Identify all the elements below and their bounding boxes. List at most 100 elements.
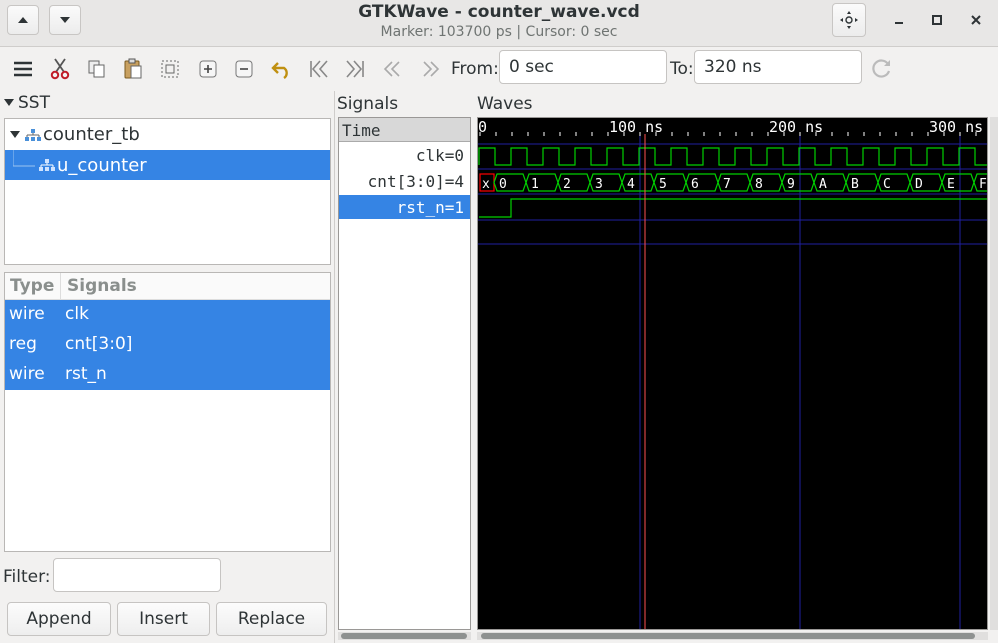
waves-label: Waves bbox=[477, 94, 533, 114]
cnt-value-label: E bbox=[947, 177, 955, 192]
signal-type: wire bbox=[9, 364, 45, 384]
to-time-input[interactable] bbox=[694, 50, 862, 84]
waves-v-scrollbar[interactable] bbox=[990, 117, 998, 630]
sst-header[interactable]: SST bbox=[4, 93, 50, 113]
clk-trace bbox=[478, 147, 987, 166]
close-icon bbox=[971, 15, 981, 25]
go-end-button[interactable] bbox=[343, 57, 367, 81]
cnt-value-label: D bbox=[915, 177, 923, 192]
cnt-value-label: 4 bbox=[627, 177, 635, 192]
scrollbar-thumb[interactable] bbox=[481, 633, 975, 639]
replace-button[interactable]: Replace bbox=[216, 602, 327, 636]
reload-icon bbox=[872, 59, 891, 78]
zoom-in-button[interactable] bbox=[196, 57, 220, 81]
cnt-value-label: 7 bbox=[723, 177, 731, 192]
signal-row-rst-n[interactable]: rst_n=1 bbox=[339, 195, 470, 219]
zoom-out-icon bbox=[235, 60, 253, 78]
time-label: 100 ns bbox=[609, 118, 664, 136]
cnt-value-label: 0 bbox=[499, 177, 507, 192]
insert-button[interactable]: Insert bbox=[117, 602, 210, 636]
list-item[interactable]: wire clk bbox=[5, 300, 330, 330]
maximize-button[interactable] bbox=[927, 10, 947, 30]
cnt-value-label: C bbox=[883, 177, 891, 192]
tree-item-label: u_counter bbox=[57, 154, 147, 176]
skip-end-icon bbox=[346, 60, 364, 78]
module-tree-icon bbox=[25, 128, 41, 141]
paste-button[interactable] bbox=[121, 57, 145, 81]
cnt-value-label: 3 bbox=[595, 177, 603, 192]
go-begin-button[interactable] bbox=[307, 57, 331, 81]
scrollbar-thumb[interactable] bbox=[341, 633, 467, 639]
tree-item-counter-tb[interactable]: counter_tb bbox=[5, 120, 330, 149]
menu-button[interactable] bbox=[11, 57, 35, 81]
cnt-value-label: 2 bbox=[563, 177, 571, 192]
tree-item-u-counter[interactable]: u_counter bbox=[5, 150, 330, 180]
from-label: From: bbox=[451, 59, 499, 79]
shift-right-button[interactable] bbox=[418, 57, 442, 81]
from-time-input[interactable] bbox=[499, 50, 667, 84]
cnt-value-label: B bbox=[851, 177, 859, 192]
signals-scrollbar[interactable] bbox=[338, 632, 471, 640]
list-item[interactable]: wire rst_n bbox=[5, 360, 330, 390]
time-header: Time bbox=[339, 118, 470, 142]
cnt-value-label: 5 bbox=[659, 177, 667, 192]
expander-down-icon bbox=[4, 99, 14, 106]
signals-list: Time clk=0 cnt[3:0]=4 rst_n=1 bbox=[338, 117, 471, 630]
to-label: To: bbox=[670, 59, 694, 79]
select-all-icon bbox=[161, 60, 179, 78]
time-label: 300 ns bbox=[929, 118, 984, 136]
cnt-value-label: 6 bbox=[691, 177, 699, 192]
arrow-left-icon bbox=[383, 61, 400, 77]
zoom-in-icon bbox=[199, 60, 217, 78]
column-header-type[interactable]: Type bbox=[5, 273, 61, 299]
waveform-viewer[interactable]: x0123456789ABCDEF 0 100 ns 200 ns 300 ns bbox=[477, 117, 988, 630]
minimize-button[interactable] bbox=[889, 10, 909, 30]
signal-type: reg bbox=[9, 334, 37, 354]
signal-row-clk[interactable]: clk=0 bbox=[339, 143, 470, 168]
signal-name: rst_n bbox=[65, 364, 107, 384]
signal-type: wire bbox=[9, 304, 45, 324]
hierarchy-tree: counter_tb u_counter bbox=[4, 118, 331, 265]
toolbar: From: To: bbox=[0, 47, 998, 91]
signal-name: cnt[3:0] bbox=[65, 334, 133, 354]
close-button[interactable] bbox=[966, 10, 986, 30]
copy-button[interactable] bbox=[85, 57, 109, 81]
cnt-value-label: 9 bbox=[787, 177, 795, 192]
sst-pane: SST counter_tb u_counter Type Signals wi… bbox=[0, 91, 334, 643]
sst-label: SST bbox=[18, 93, 50, 113]
hamburger-menu-icon bbox=[14, 61, 32, 77]
cut-button[interactable] bbox=[48, 57, 72, 81]
pane-separator[interactable] bbox=[334, 91, 335, 643]
waves-h-scrollbar[interactable] bbox=[477, 632, 988, 640]
filter-label: Filter: bbox=[3, 567, 51, 587]
time-label: 0 bbox=[478, 118, 488, 136]
maximize-icon bbox=[932, 15, 942, 25]
undo-icon bbox=[271, 62, 288, 79]
append-button[interactable]: Append bbox=[7, 602, 111, 636]
list-item[interactable]: reg cnt[3:0] bbox=[5, 330, 330, 360]
select-all-button[interactable] bbox=[158, 57, 182, 81]
scissors-icon bbox=[50, 58, 70, 80]
waveform-canvas[interactable]: x0123456789ABCDEF bbox=[478, 118, 988, 630]
paste-icon bbox=[124, 58, 142, 79]
cnt-value-label: F bbox=[979, 177, 987, 192]
tree-item-label: counter_tb bbox=[43, 124, 140, 145]
copy-icon bbox=[88, 60, 105, 78]
cnt-value-label: x bbox=[482, 177, 490, 192]
minimize-icon bbox=[895, 22, 903, 24]
filter-input[interactable] bbox=[53, 558, 221, 592]
signals-label: Signals bbox=[337, 94, 399, 114]
undo-button[interactable] bbox=[270, 57, 294, 81]
title-bar: GTKWave - counter_wave.vcd Marker: 10370… bbox=[0, 0, 998, 47]
reload-button[interactable] bbox=[870, 57, 894, 81]
zoom-fit-button[interactable] bbox=[832, 3, 866, 37]
signal-name: clk bbox=[65, 304, 89, 324]
arrow-right-icon bbox=[423, 61, 440, 77]
move-icon bbox=[840, 11, 858, 29]
skip-begin-icon bbox=[310, 60, 328, 78]
zoom-out-button[interactable] bbox=[232, 57, 256, 81]
shift-left-button[interactable] bbox=[381, 57, 405, 81]
signal-type-list: Type Signals wire clk reg cnt[3:0] wire … bbox=[4, 272, 331, 552]
list-header: Type Signals bbox=[5, 273, 330, 300]
signal-row-cnt[interactable]: cnt[3:0]=4 bbox=[339, 169, 470, 194]
